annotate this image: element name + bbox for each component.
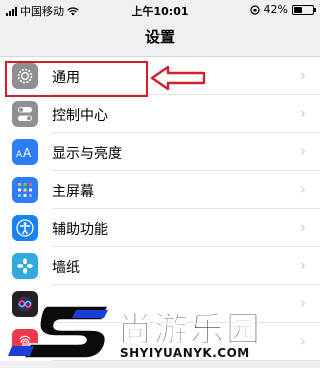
settings-item-label: 主屏幕 (52, 184, 94, 200)
chevron-right-icon: › (300, 256, 306, 274)
highlight-box (5, 61, 148, 97)
orientation-lock-icon (249, 4, 260, 15)
watermark-url: SHYIYUANYK.COM (120, 346, 250, 360)
settings-item-wallpaper[interactable]: 墙纸 › (0, 247, 320, 285)
chevron-right-icon: › (300, 142, 306, 160)
svg-text:A: A (23, 146, 32, 159)
page-title: 设置 (144, 28, 175, 46)
settings-item-label: 墙纸 (52, 260, 80, 276)
battery-icon (292, 4, 316, 15)
toggle-icon (12, 101, 38, 127)
svg-text:A: A (16, 150, 23, 159)
settings-item-home-screen[interactable]: 主屏幕 › (0, 171, 320, 209)
settings-item-label: 控制中心 (52, 108, 108, 124)
settings-item-label: 显示与亮度 (52, 146, 122, 162)
watermark-text: 尚游乐园 (118, 310, 262, 351)
accessibility-icon (12, 215, 38, 241)
settings-item-display-brightness[interactable]: A A 显示与亮度 › (0, 133, 320, 171)
status-right: 42% (249, 3, 316, 16)
settings-item-control-center[interactable]: 控制中心 › (0, 95, 320, 133)
chevron-right-icon: › (300, 104, 306, 122)
chevron-right-icon: › (300, 66, 306, 84)
settings-item-accessibility[interactable]: 辅助功能 › (0, 209, 320, 247)
settings-item-label: 辅助功能 (52, 222, 108, 238)
red-arrow-icon (150, 65, 206, 91)
battery-fill (294, 6, 302, 13)
chevron-right-icon: › (300, 218, 306, 236)
chevron-right-icon: › (300, 180, 306, 198)
watermark-logo-icon (8, 305, 110, 359)
grid-icon (12, 177, 38, 203)
battery-percent: 42% (263, 3, 288, 16)
watermark: 尚游乐园 SHYIYUANYK.COM (0, 300, 320, 368)
wallpaper-icon (12, 253, 38, 279)
status-bar: 中国移动 上午10:01 42% (0, 0, 320, 20)
text-size-icon: A A (12, 139, 38, 165)
